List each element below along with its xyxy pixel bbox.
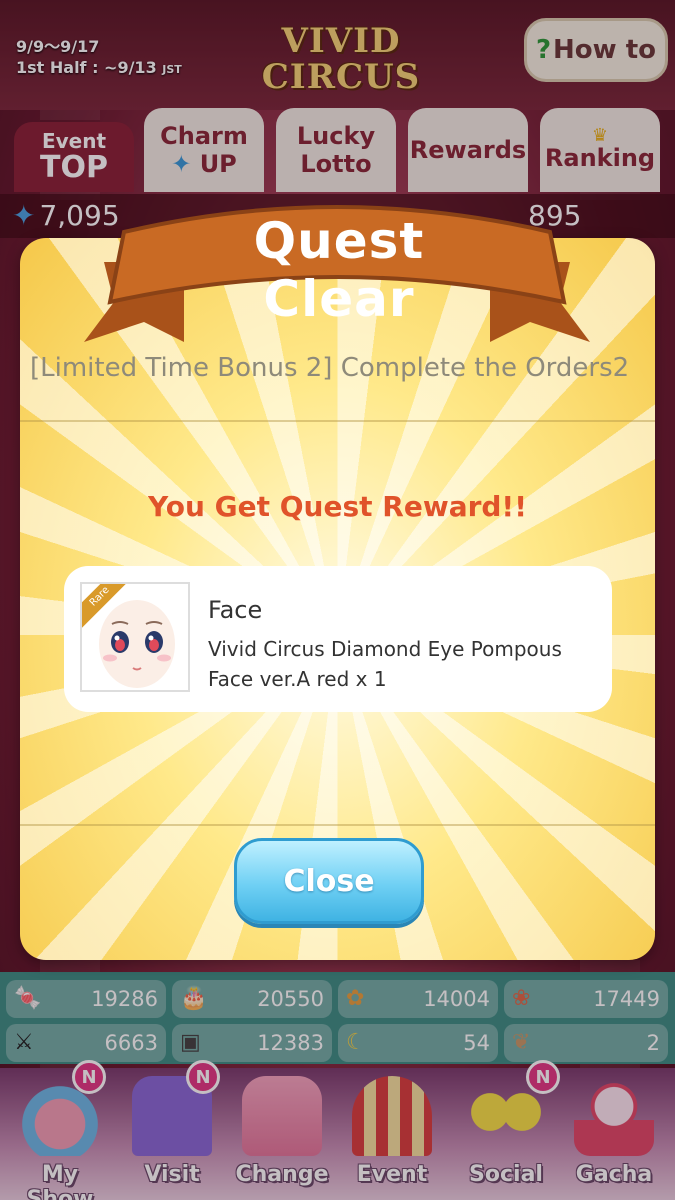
divider — [20, 420, 655, 422]
reward-item-name: Vivid Circus Diamond Eye Pompous Face ve… — [208, 637, 562, 691]
dialog-title: Quest Clear — [253, 212, 425, 328]
reward-heading: You Get Quest Reward!! — [148, 490, 527, 523]
reward-category: Face — [208, 596, 263, 624]
divider — [20, 824, 655, 826]
reward-thumbnail: Rare — [80, 582, 190, 692]
close-button[interactable]: Close — [234, 838, 424, 924]
reward-card: Rare Face Vivid Circus Diamond Eye Pompo… — [64, 566, 612, 712]
quest-clear-banner: Quest Clear — [84, 192, 590, 362]
